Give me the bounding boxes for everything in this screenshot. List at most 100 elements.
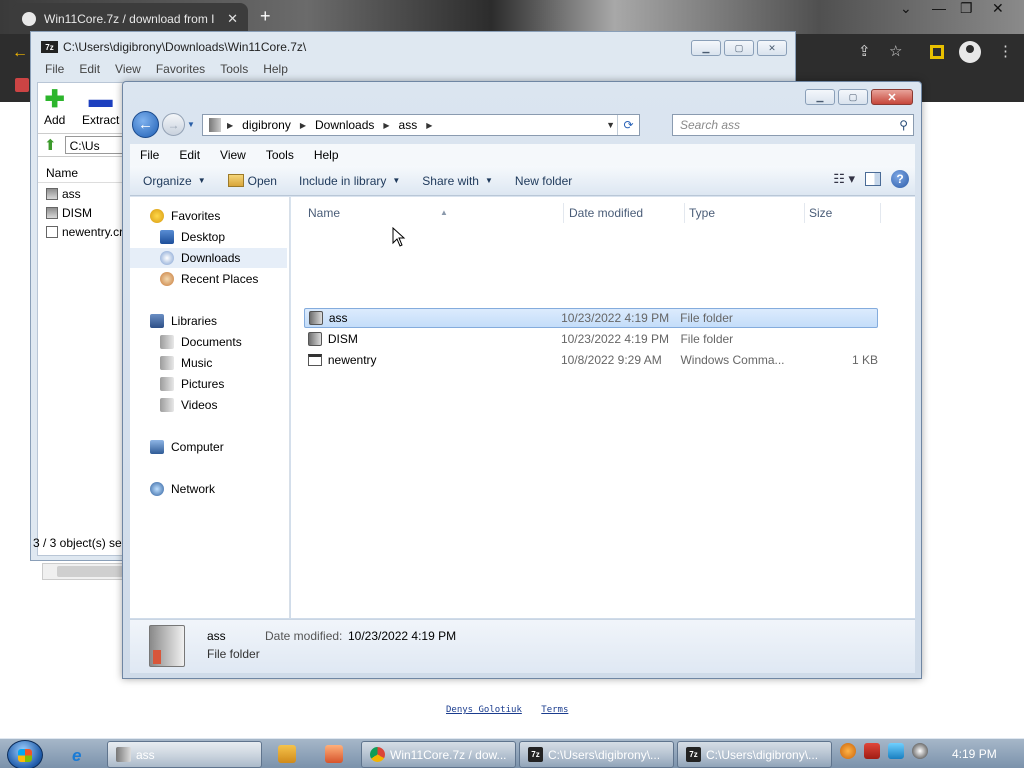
tray-volume-icon[interactable] — [912, 743, 928, 759]
chevron-down-icon[interactable]: ▼ — [606, 120, 615, 130]
share-with-button[interactable]: Share with ▼ — [413, 174, 502, 188]
search-input[interactable]: Search ass ⚲ — [672, 114, 914, 136]
search-icon[interactable]: ⚲ — [899, 118, 908, 132]
sidebar-item-videos[interactable]: Videos — [130, 395, 287, 415]
details-date-value: 10/23/2022 4:19 PM — [348, 629, 457, 643]
column-header-name[interactable]: Name ▲ — [304, 203, 564, 223]
author-link[interactable]: Denys Golotiuk — [446, 705, 522, 715]
terms-link[interactable]: Terms — [541, 705, 568, 715]
extension-icon[interactable] — [930, 45, 944, 59]
sidebar-item-pictures[interactable]: Pictures — [130, 374, 287, 394]
menu-help[interactable]: Help — [304, 148, 349, 162]
list-item[interactable]: DISM — [46, 204, 92, 222]
sidebar-item-recent-places[interactable]: Recent Places — [130, 269, 287, 289]
preview-pane-icon[interactable] — [865, 172, 881, 186]
chevron-down-icon[interactable]: ⌄ — [900, 0, 912, 17]
details-type: File folder — [207, 647, 260, 661]
sidebar-item-music[interactable]: Music — [130, 353, 287, 373]
menu-view[interactable]: View — [210, 148, 256, 162]
maximize-button[interactable]: ▢ — [838, 89, 868, 105]
table-row[interactable]: newentry 10/8/2022 9:29 AM Windows Comma… — [304, 350, 878, 370]
tray-search-icon[interactable] — [840, 743, 856, 759]
maximize-button[interactable]: ▢ — [724, 40, 754, 56]
menu-edit[interactable]: Edit — [79, 62, 100, 76]
menu-file[interactable]: File — [130, 148, 169, 162]
minimize-button[interactable]: ▁ — [691, 40, 721, 56]
include-in-library-button[interactable]: Include in library ▼ — [290, 174, 409, 188]
clock[interactable]: 4:19 PM — [952, 747, 997, 761]
breadcrumb-chevron-icon[interactable]: ▶ — [426, 121, 432, 130]
change-view-icon[interactable]: ☷ ▾ — [833, 171, 855, 187]
help-icon[interactable]: ? — [891, 170, 909, 188]
breadcrumb-chevron-icon[interactable]: ▶ — [300, 121, 306, 130]
browser-tab[interactable]: Win11Core.7z / download from I ✕ — [12, 3, 248, 34]
taskbar-item-sevenzip-2[interactable]: 7z C:\Users\digibrony\... — [677, 741, 832, 768]
list-item[interactable]: newentry.cr — [46, 223, 123, 241]
recent-pages-icon[interactable]: ▼ — [187, 120, 195, 129]
menu-help[interactable]: Help — [263, 62, 288, 76]
close-button[interactable]: ✕ — [757, 40, 787, 56]
breadcrumb-chevron-icon[interactable]: ▶ — [383, 121, 389, 130]
menu-tools[interactable]: Tools — [256, 148, 304, 162]
internet-explorer-icon[interactable]: e — [72, 746, 81, 766]
table-row[interactable]: DISM 10/23/2022 4:19 PM File folder — [304, 329, 878, 349]
breadcrumb-item[interactable]: ass — [399, 118, 418, 132]
scrollbar-thumb[interactable] — [57, 566, 127, 577]
column-header-size[interactable]: Size — [805, 203, 881, 223]
new-tab-button[interactable]: + — [260, 6, 271, 27]
paint-icon[interactable] — [325, 745, 343, 763]
sidebar-item-desktop[interactable]: Desktop — [130, 227, 287, 247]
menu-edit[interactable]: Edit — [169, 148, 210, 162]
close-button[interactable]: ✕ — [871, 89, 913, 105]
sidebar-item-computer[interactable]: Computer — [130, 437, 287, 457]
table-row[interactable]: ass 10/23/2022 4:19 PM File folder — [304, 308, 878, 328]
refresh-icon[interactable]: ⟳ — [617, 115, 639, 135]
column-header-date[interactable]: Date modified — [565, 203, 685, 223]
breadcrumb-item[interactable]: digibrony — [242, 118, 291, 132]
extract-button[interactable]: ▬ Extract — [82, 87, 120, 128]
share-icon[interactable]: ⇪ — [858, 42, 871, 60]
list-item[interactable]: ass — [46, 185, 81, 203]
address-bar[interactable]: ▶ digibrony ▶ Downloads ▶ ass ▶ ▼ ⟳ — [202, 114, 640, 136]
more-menu-icon[interactable]: ⋮ — [998, 42, 1013, 60]
sidebar-item-favorites[interactable]: Favorites — [130, 206, 287, 226]
media-player-icon[interactable] — [278, 745, 296, 763]
sidebar-item-network[interactable]: Network — [130, 479, 287, 499]
start-button[interactable] — [7, 740, 43, 768]
taskbar-item-label: ass — [136, 747, 155, 762]
menu-tools[interactable]: Tools — [220, 62, 248, 76]
column-header-type[interactable]: Type — [685, 203, 805, 223]
sidebar-item-documents[interactable]: Documents — [130, 332, 287, 352]
back-button[interactable]: ← — [132, 111, 159, 138]
sidebar-item-libraries[interactable]: Libraries — [130, 311, 287, 331]
browser-tabstrip: Win11Core.7z / download from I ✕ + ⌄ — ❐… — [0, 0, 1024, 34]
extract-label: Extract — [82, 113, 120, 127]
forward-button[interactable]: → — [162, 113, 185, 136]
tray-network-icon[interactable] — [888, 743, 904, 759]
taskbar-item-explorer[interactable]: ass — [107, 741, 262, 768]
menu-favorites[interactable]: Favorites — [156, 62, 205, 76]
minimize-button[interactable]: ▁ — [805, 89, 835, 105]
minimize-icon[interactable]: — — [932, 0, 946, 16]
close-icon[interactable]: ✕ — [992, 0, 1004, 17]
menu-view[interactable]: View — [115, 62, 141, 76]
menu-file[interactable]: File — [45, 62, 64, 76]
bookmark-icon[interactable] — [15, 78, 29, 92]
organize-button[interactable]: Organize ▼ — [134, 174, 215, 188]
new-folder-button[interactable]: New folder — [506, 174, 581, 188]
restore-icon[interactable]: ❐ — [960, 0, 973, 17]
back-arrow-icon[interactable]: ← — [12, 44, 28, 62]
profile-avatar-icon[interactable] — [959, 41, 981, 63]
taskbar-item-label: C:\Users\digibrony\... — [548, 747, 661, 762]
sidebar-item-downloads[interactable]: Downloads — [130, 248, 287, 268]
star-icon[interactable]: ☆ — [889, 42, 902, 60]
open-button[interactable]: Open — [219, 174, 286, 188]
add-button[interactable]: ✚ Add — [44, 87, 65, 128]
up-folder-icon[interactable]: ⬆ — [44, 136, 57, 154]
breadcrumb-item[interactable]: Downloads — [315, 118, 374, 132]
taskbar-item-chrome[interactable]: Win11Core.7z / dow... — [361, 741, 516, 768]
tray-flag-icon[interactable] — [864, 743, 880, 759]
close-tab-icon[interactable]: ✕ — [227, 11, 238, 27]
breadcrumb-chevron-icon[interactable]: ▶ — [227, 121, 233, 130]
taskbar-item-sevenzip[interactable]: 7z C:\Users\digibrony\... — [519, 741, 674, 768]
